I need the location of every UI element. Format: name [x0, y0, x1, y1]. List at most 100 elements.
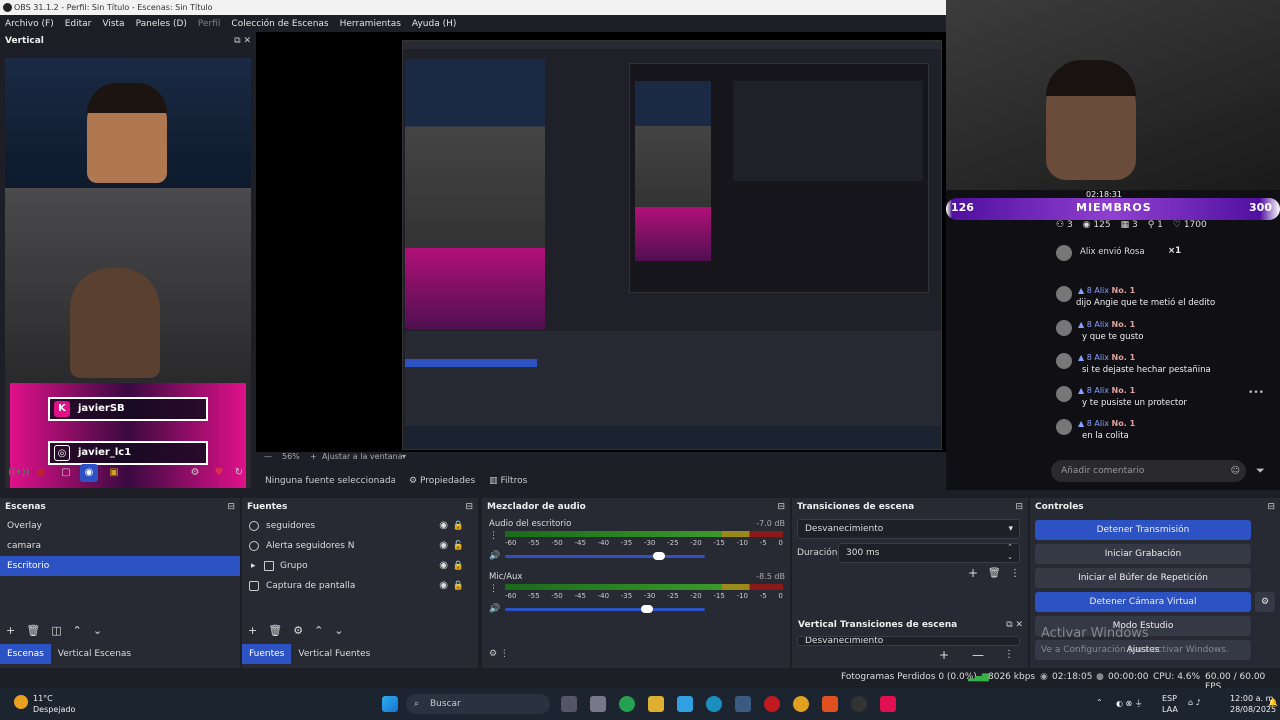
add-icon[interactable]: + [248, 624, 257, 640]
slider-knob[interactable] [653, 552, 665, 560]
more-icon[interactable]: ⋮ [1010, 568, 1020, 579]
scene-item[interactable]: camara [0, 536, 240, 556]
transition-select[interactable]: Desvanecimiento ▾ [797, 519, 1020, 539]
trash-icon[interactable]: 🗑 [988, 568, 1001, 579]
tab-escenas[interactable]: Escenas [0, 644, 51, 664]
mixer-settings-icon[interactable]: ⚙ ⋮ [489, 649, 509, 659]
add-icon[interactable]: + [6, 624, 15, 640]
app-icon[interactable] [590, 696, 606, 712]
gear-icon[interactable]: ⚙ [293, 624, 303, 640]
start-recording-button[interactable]: Iniciar Grabación [1035, 544, 1251, 564]
tiktok-icon[interactable] [880, 696, 896, 712]
zoom-plus-icon[interactable]: + [310, 452, 317, 461]
copilot-icon[interactable] [677, 696, 693, 712]
weather-desc[interactable]: Despejado [33, 705, 75, 714]
more-icon[interactable]: ••• [1248, 388, 1264, 398]
obs-icon[interactable] [851, 696, 867, 712]
source-item[interactable]: seguidores ◉ 🔒 [242, 516, 478, 536]
dock-menu-icon[interactable]: ⊟ [465, 498, 473, 516]
chevron-down-icon[interactable]: ▾ [402, 452, 406, 461]
source-group[interactable]: ▸ Grupo ◉ 🔒 [242, 556, 478, 576]
duration-input[interactable]: 300 ms ⌃ ⌄ [838, 543, 1020, 563]
file-explorer-icon[interactable] [648, 696, 664, 712]
tab-vertical-escenas[interactable]: Vertical Escenas [51, 644, 138, 664]
minus-icon[interactable]: — [972, 648, 984, 662]
virtualcam-settings-icon[interactable]: ⚙ [1255, 592, 1275, 612]
volume-slider[interactable] [505, 552, 705, 560]
eye-icon[interactable]: ◉ [439, 556, 448, 576]
tab-vertical-fuentes[interactable]: Vertical Fuentes [291, 644, 377, 664]
gear-icon[interactable]: ⚙ [186, 464, 204, 482]
source-item[interactable]: Captura de pantalla ◉ 🔒 [242, 576, 478, 596]
weather-temp[interactable]: 11°C [33, 694, 53, 703]
dock-menu-icon[interactable]: ⊟ [1015, 498, 1023, 516]
vertical-transition-select[interactable]: Desvanecimiento [797, 636, 1020, 646]
dock-menu-icon[interactable]: ⊟ [777, 498, 785, 516]
spin-icon[interactable]: ⌃ ⌄ [1007, 542, 1013, 562]
stop-virtual-camera-button[interactable]: Detener Cámara Virtual [1035, 592, 1251, 612]
lock-icon[interactable]: 🔒 [453, 516, 464, 536]
unlock-icon[interactable]: 🔓 [453, 536, 464, 556]
filter-icon[interactable]: ◫ [51, 624, 61, 640]
vertical-canvas[interactable]: K javierSB ◎ javier_lc1 [5, 58, 251, 488]
add-icon[interactable]: + [968, 566, 978, 580]
properties-button[interactable]: ⚙ Propiedades [409, 476, 475, 486]
refresh-icon[interactable]: ↻ [230, 464, 248, 482]
filter-icon[interactable]: ⏷ [1256, 464, 1265, 478]
more-icon[interactable]: ⋮ [1004, 649, 1014, 660]
up-icon[interactable]: ⌃ [73, 624, 82, 640]
trash-icon[interactable]: 🗑 [26, 624, 40, 640]
opera-icon[interactable] [764, 696, 780, 712]
zoom-minus-icon[interactable]: — [264, 452, 272, 461]
menu-perfil[interactable]: Perfil [198, 19, 221, 29]
menu-coleccion-escenas[interactable]: Colección de Escenas [231, 19, 328, 29]
eye-icon[interactable]: ◉ [439, 516, 448, 536]
heart-icon[interactable]: ♥ [210, 464, 228, 482]
menu-herramientas[interactable]: Herramientas [340, 19, 401, 29]
menu-vista[interactable]: Vista [102, 19, 124, 29]
edge-icon[interactable] [706, 696, 722, 712]
virtualcam-icon[interactable]: ◉ [80, 464, 98, 482]
scene-item[interactable]: Overlay [0, 516, 240, 536]
weather-icon[interactable] [14, 695, 28, 709]
comment-input[interactable]: Añadir comentario ☺ [1051, 460, 1246, 482]
source-item[interactable]: Alerta seguidores N ◉ 🔓 [242, 536, 478, 556]
menu-paneles[interactable]: Paneles (D) [136, 19, 187, 29]
volume-icon[interactable]: 🔊 [489, 604, 500, 614]
lock-icon[interactable]: 🔒 [453, 576, 464, 596]
lang-secondary[interactable]: LAA [1162, 705, 1178, 714]
volume-icon[interactable]: 🔊 [489, 551, 500, 561]
windows-start-icon[interactable] [382, 696, 398, 712]
chrome-icon[interactable] [793, 696, 809, 712]
eye-icon[interactable]: ◉ [439, 576, 448, 596]
notification-icon[interactable]: 🔔 [1268, 698, 1278, 707]
network-volume-icons[interactable]: ⌂ ♪ [1188, 698, 1201, 707]
channel-menu-icon[interactable]: ⋮ [489, 584, 498, 594]
emoji-icon[interactable]: ☺ [1231, 460, 1240, 482]
task-view-icon[interactable] [561, 696, 577, 712]
menu-archivo[interactable]: Archivo (F) [5, 19, 54, 29]
fit-window-label[interactable]: Ajustar a la ventana [322, 452, 403, 461]
down-icon[interactable]: ⌄ [334, 624, 343, 640]
dock-menu-icon[interactable]: ⊟ [227, 498, 235, 516]
filters-button[interactable]: ▥ Filtros [489, 476, 527, 486]
dock-float-close-icons[interactable]: ⧉ ✕ [1006, 616, 1023, 634]
stream-icon[interactable]: ((•)) [8, 464, 30, 482]
record-icon[interactable]: ● [32, 464, 50, 482]
expand-icon[interactable]: ▸ [251, 556, 256, 576]
add-icon[interactable]: + [939, 648, 949, 662]
brave-icon[interactable] [822, 696, 838, 712]
replay-icon[interactable]: ▣ [105, 464, 123, 482]
stop-stream-button[interactable]: Detener Transmisión [1035, 520, 1251, 540]
studio-icon[interactable]: ▢ [57, 464, 75, 482]
taskbar-search[interactable]: ⌕ Buscar [406, 694, 550, 714]
store-icon[interactable] [735, 696, 751, 712]
whatsapp-icon[interactable] [619, 696, 635, 712]
chevron-up-icon[interactable]: ⌃ [1096, 698, 1103, 707]
volume-slider[interactable] [505, 605, 705, 613]
lock-icon[interactable]: 🔒 [453, 556, 464, 576]
channel-menu-icon[interactable]: ⋮ [489, 531, 498, 541]
menu-editar[interactable]: Editar [65, 19, 92, 29]
menu-ayuda[interactable]: Ayuda (H) [412, 19, 456, 29]
slider-knob[interactable] [641, 605, 653, 613]
